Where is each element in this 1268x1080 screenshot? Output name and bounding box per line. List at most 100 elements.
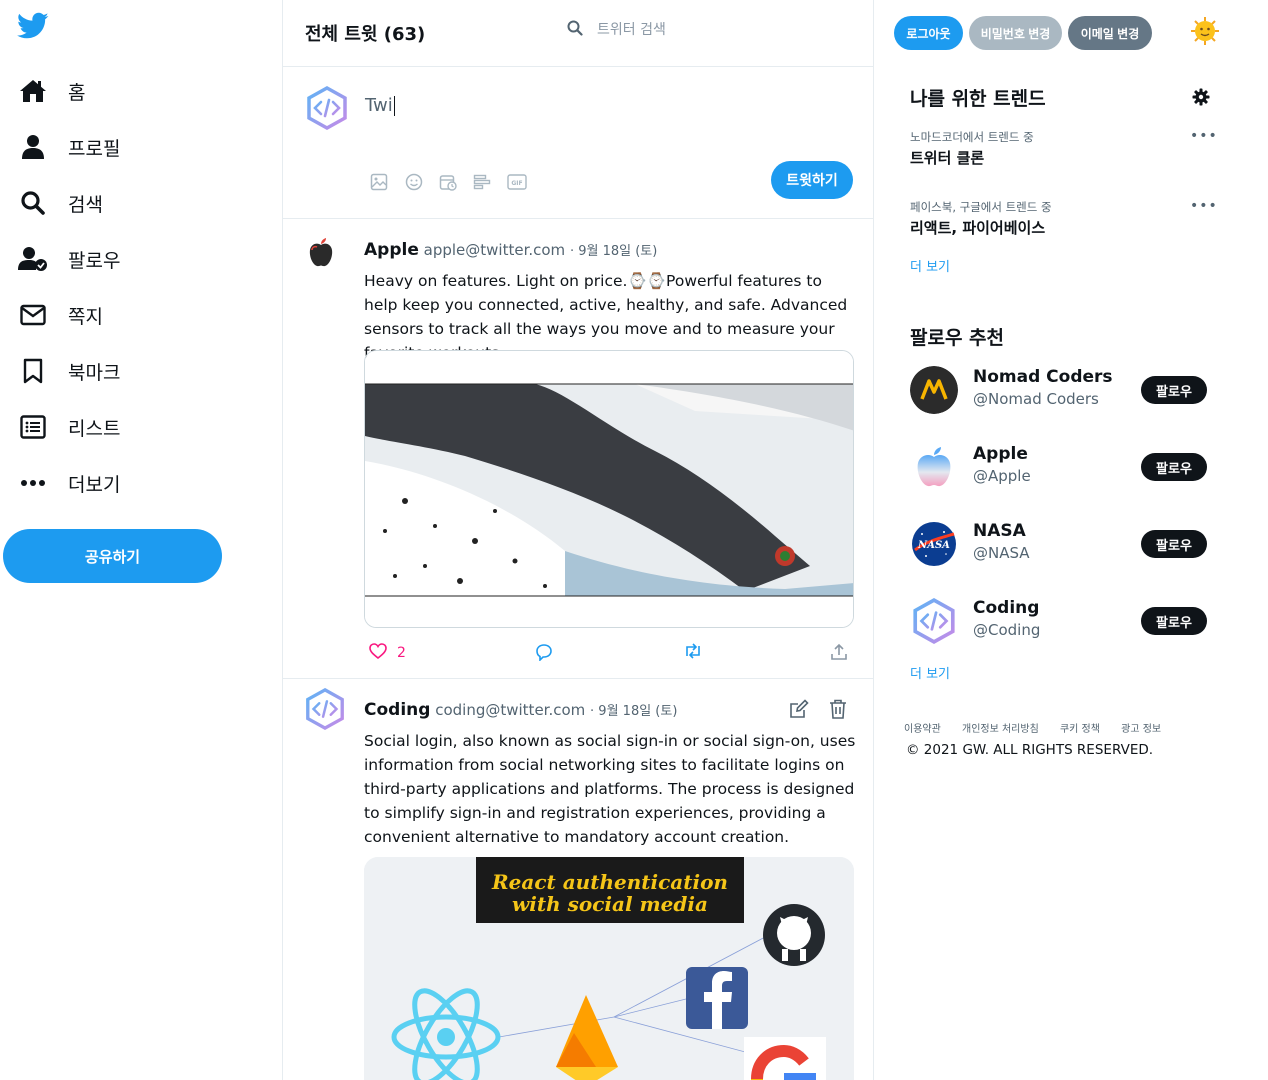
right-sidebar: 로그아웃 비밀번호 변경 이메일 변경 나를 위한 트렌드 노마드코더에서 트렌… (874, 0, 1268, 1080)
nav-label-home: 홈 (68, 81, 86, 104)
retweet-button[interactable] (683, 643, 703, 663)
nav-item-search[interactable]: 검색 (18, 183, 103, 223)
trends-title: 나를 위한 트렌드 (910, 88, 1046, 110)
tweet-author-name[interactable]: Coding (364, 700, 430, 720)
follow-icon (18, 244, 48, 274)
heart-icon (369, 643, 387, 663)
main-timeline: 전체 트윗 (63) Twi GIF 트윗하기 Apple apple@twit… (283, 0, 874, 1080)
left-sidebar: 홈 프로필 검색 팔로우 쪽지 북마크 리스트 더보기 공유하기 (0, 0, 283, 1080)
nav-item-bookmarks[interactable]: 북마크 (18, 351, 120, 391)
footer-link-privacy[interactable]: 개인정보 처리방침 (962, 724, 1039, 735)
media-title-line-2: with social media (512, 892, 708, 916)
copyright: © 2021 GW. ALL RIGHTS RESERVED. (906, 742, 1154, 758)
tweet-text: Social login, also known as social sign-… (364, 732, 856, 846)
watch-emoji: ⌚⌚ (627, 272, 667, 290)
follow-item[interactable]: Coding @Coding 팔로우 (910, 597, 1210, 647)
trend-more-icon[interactable]: ••• (1190, 128, 1218, 144)
edit-icon[interactable] (789, 699, 809, 723)
follow-item[interactable]: NASA NASA @NASA 팔로우 (910, 520, 1210, 570)
schedule-icon[interactable] (437, 171, 459, 193)
change-password-button[interactable]: 비밀번호 변경 (969, 16, 1062, 50)
tweet-item[interactable]: Apple apple@twitter.com · 9월 18일 (토) Hea… (283, 219, 873, 679)
follow-button[interactable]: 팔로우 (1141, 530, 1207, 558)
tweet-image[interactable] (364, 350, 854, 628)
search-bar[interactable] (567, 20, 797, 40)
reply-button[interactable] (535, 643, 553, 665)
follow-item[interactable]: Apple @Apple 팔로우 (910, 443, 1210, 493)
follow-name: Nomad Coders (973, 367, 1113, 387)
follow-more-link[interactable]: 더 보기 (910, 663, 950, 682)
tweet-text-part: Heavy on features. Light on price. (364, 272, 628, 290)
page-title: 전체 트윗 (63) (305, 24, 426, 45)
follow-item[interactable]: Nomad Coders @Nomad Coders 팔로우 (910, 366, 1210, 416)
tweet-author-handle: coding@twitter.com (435, 701, 586, 719)
twitter-logo-icon[interactable] (17, 12, 49, 40)
share-tweet-button[interactable] (830, 643, 848, 665)
follow-button[interactable]: 팔로우 (1141, 376, 1207, 404)
footer-link-cookies[interactable]: 쿠키 정책 (1060, 724, 1100, 735)
mail-icon (18, 300, 48, 330)
follow-handle: @NASA (973, 544, 1030, 562)
logout-button[interactable]: 로그아웃 (894, 16, 963, 50)
nav-item-follow[interactable]: 팔로우 (18, 239, 120, 279)
nav-label-search: 검색 (68, 193, 103, 216)
follow-handle: @Nomad Coders (973, 390, 1099, 408)
nav-label-more: 더보기 (68, 473, 121, 496)
search-icon (567, 20, 583, 40)
settings-gear-icon[interactable] (1192, 88, 1210, 110)
gif-icon[interactable]: GIF (506, 171, 528, 193)
search-input[interactable] (597, 22, 797, 38)
tweet-header: Coding coding@twitter.com · 9월 18일 (토) (364, 700, 677, 720)
poll-icon[interactable] (471, 171, 493, 193)
search-icon (18, 188, 48, 218)
follow-title: 팔로우 추천 (910, 327, 1005, 349)
nav-item-messages[interactable]: 쪽지 (18, 295, 103, 335)
tweet-item[interactable]: Coding coding@twitter.com · 9월 18일 (토) S… (283, 679, 873, 1080)
trend-more-icon[interactable]: ••• (1190, 198, 1218, 214)
retweet-icon (683, 643, 703, 663)
nav-label-bookmarks: 북마크 (68, 361, 121, 384)
footer-link-ads[interactable]: 광고 정보 (1121, 724, 1161, 735)
svg-text:GIF: GIF (511, 180, 522, 187)
change-email-button[interactable]: 이메일 변경 (1068, 16, 1152, 50)
nav-label-lists: 리스트 (68, 417, 121, 440)
sun-emoji-icon[interactable] (1190, 16, 1220, 46)
more-icon (18, 468, 48, 498)
trend-context: 페이스북, 구글에서 트렌드 중 (910, 200, 1052, 214)
nomad-coders-avatar (910, 366, 958, 414)
emoji-icon[interactable] (403, 171, 425, 193)
footer-link-terms[interactable]: 이용약관 (904, 724, 941, 735)
tweet-image[interactable]: React authentication with social media (364, 857, 854, 1080)
follow-name: Coding (973, 598, 1040, 618)
media-title-line-1: React authentication (491, 870, 728, 894)
delete-icon[interactable] (829, 699, 847, 723)
svg-text:NASA: NASA (917, 540, 950, 551)
tweet-author-name[interactable]: Apple (364, 240, 419, 260)
nav-label-profile: 프로필 (68, 137, 121, 160)
reply-icon (535, 643, 553, 665)
follow-button[interactable]: 팔로우 (1141, 607, 1207, 635)
follow-handle: @Coding (973, 621, 1041, 639)
tweet-composer: Twi GIF 트윗하기 (283, 67, 873, 219)
bookmark-icon (18, 356, 48, 386)
home-icon (18, 76, 48, 106)
tweet-button[interactable]: 트윗하기 (771, 161, 853, 199)
timeline-header: 전체 트윗 (63) (283, 0, 873, 67)
trend-name[interactable]: 트위터 클론 (910, 147, 984, 168)
nav-item-profile[interactable]: 프로필 (18, 127, 120, 167)
trend-name[interactable]: 리액트, 파이어베이스 (910, 217, 1045, 238)
nav-item-home[interactable]: 홈 (18, 71, 85, 111)
apple-avatar-icon (303, 235, 347, 279)
image-icon[interactable] (368, 171, 390, 193)
nav-item-lists[interactable]: 리스트 (18, 407, 120, 447)
tweet-actions: 2 (369, 643, 855, 667)
coding-avatar-icon (304, 85, 350, 131)
nav-item-more[interactable]: 더보기 (18, 463, 120, 503)
share-button[interactable]: 공유하기 (3, 529, 222, 583)
composer-input[interactable]: Twi (365, 95, 395, 116)
user-icon (18, 132, 48, 162)
follow-button[interactable]: 팔로우 (1141, 453, 1207, 481)
like-button[interactable]: 2 (369, 643, 406, 663)
trends-more-link[interactable]: 더 보기 (910, 256, 950, 275)
facebook-logo (686, 967, 748, 1029)
